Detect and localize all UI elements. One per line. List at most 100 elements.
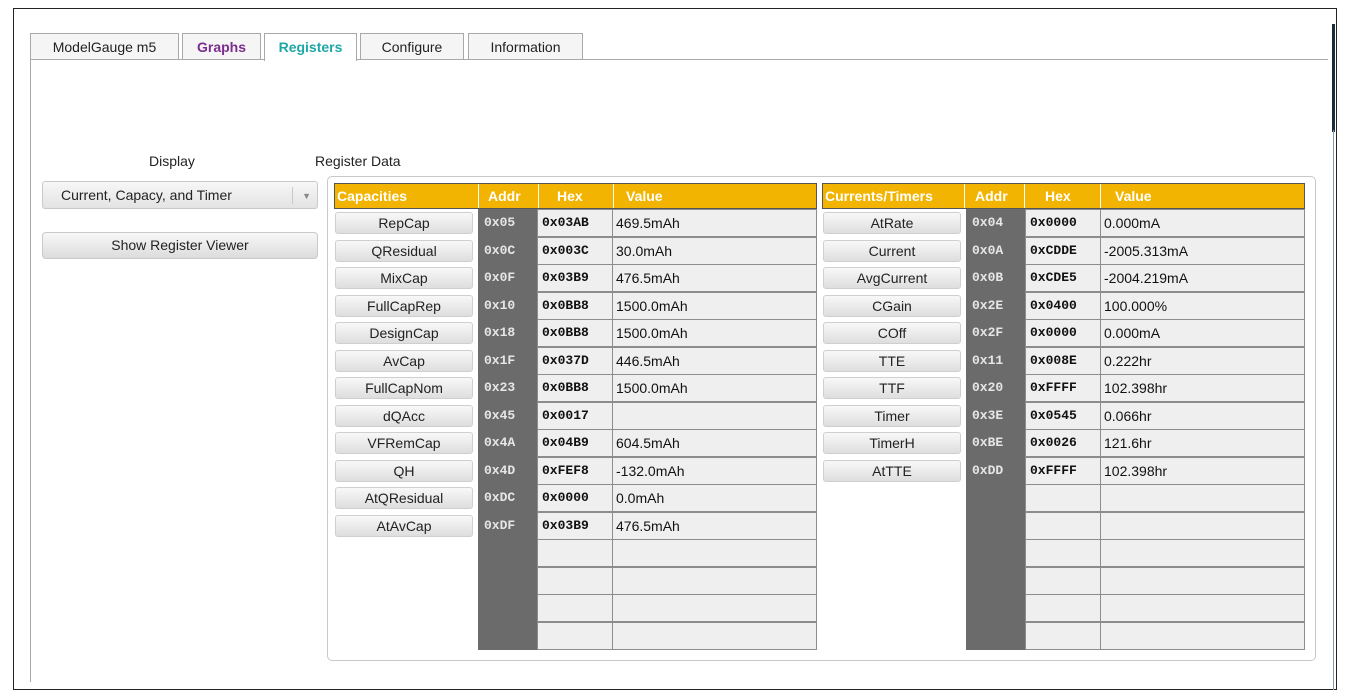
register-value-cell: 1500.0mAh — [612, 292, 817, 320]
register-hex-cell[interactable]: 0xCDDE — [1025, 237, 1101, 265]
register-address: 0x10 — [484, 298, 516, 313]
register-name-button[interactable]: AtTTE — [823, 460, 961, 482]
register-value-cell: 476.5mAh — [612, 512, 817, 540]
register-name-button[interactable]: RepCap — [335, 212, 473, 234]
register-name-button[interactable]: Current — [823, 240, 961, 262]
register-address: 0x20 — [972, 380, 1004, 395]
register-hex-cell[interactable] — [1025, 484, 1101, 512]
register-value-cell: 1500.0mAh — [612, 374, 817, 402]
register-name-button[interactable]: Timer — [823, 405, 961, 427]
tab-label: Registers — [278, 39, 343, 55]
register-hex-cell[interactable]: 0x0026 — [1025, 429, 1101, 457]
register-hex-cell[interactable]: 0xFEF8 — [537, 457, 613, 485]
register-hex-cell[interactable]: 0xFFFF — [1025, 457, 1101, 485]
currents-header: Currents/Timers Addr Hex Value — [822, 183, 1305, 209]
register-name-button[interactable]: AtAvCap — [335, 515, 473, 537]
header-divider — [613, 184, 614, 208]
register-hex-cell[interactable] — [1025, 622, 1101, 650]
register-hex-cell[interactable] — [1025, 594, 1101, 622]
register-value-cell: 0.000mA — [1100, 319, 1305, 347]
register-hex-cell[interactable]: 0xCDE5 — [1025, 264, 1101, 292]
register-name-button[interactable]: COff — [823, 322, 961, 344]
register-name-button[interactable]: DesignCap — [335, 322, 473, 344]
register-address: 0x45 — [484, 408, 516, 423]
register-hex-cell[interactable]: 0x0000 — [1025, 209, 1101, 237]
col-hex: Hex — [1045, 188, 1071, 204]
register-name-button[interactable]: AtRate — [823, 212, 961, 234]
register-hex-cell[interactable]: 0x03B9 — [537, 512, 613, 540]
register-hex-cell[interactable] — [537, 539, 613, 567]
register-hex-cell[interactable] — [1025, 539, 1101, 567]
register-hex-cell[interactable]: 0x008E — [1025, 347, 1101, 375]
register-address: 0x04 — [972, 215, 1004, 230]
register-hex-cell[interactable]: 0x003C — [537, 237, 613, 265]
register-hex-cell[interactable]: 0x0000 — [537, 484, 613, 512]
register-value-cell — [612, 539, 817, 567]
register-address: 0x05 — [484, 215, 516, 230]
col-currents-timers: Currents/Timers — [825, 188, 933, 204]
register-name-button[interactable]: AvCap — [335, 350, 473, 372]
register-value-cell: 121.6hr — [1100, 429, 1305, 457]
register-hex-cell[interactable] — [1025, 567, 1101, 595]
register-hex-cell[interactable] — [537, 622, 613, 650]
register-address: 0xDD — [972, 463, 1004, 478]
register-value-cell: 102.398hr — [1100, 457, 1305, 485]
register-hex-cell[interactable]: 0xFFFF — [1025, 374, 1101, 402]
register-address: 0x23 — [484, 380, 516, 395]
register-hex-cell[interactable]: 0x03AB — [537, 209, 613, 237]
register-hex-cell[interactable]: 0x0BB8 — [537, 292, 613, 320]
capacities-header: Capacities Addr Hex Value — [334, 183, 817, 209]
display-select[interactable]: Current, Capacy, and Timer ▼ — [42, 181, 318, 209]
register-hex-cell[interactable]: 0x03B9 — [537, 264, 613, 292]
register-address: 0x2E — [972, 298, 1004, 313]
register-name-button[interactable]: AtQResidual — [335, 487, 473, 509]
register-value-cell — [612, 594, 817, 622]
scrollbar-thumb[interactable] — [1332, 24, 1335, 132]
register-hex-cell[interactable] — [537, 594, 613, 622]
register-name-button[interactable]: FullCapNom — [335, 377, 473, 399]
register-name-button[interactable]: MixCap — [335, 267, 473, 289]
register-address: 0x18 — [484, 325, 516, 340]
scrollbar-track[interactable] — [1333, 130, 1334, 690]
register-hex-cell[interactable]: 0x0017 — [537, 402, 613, 430]
header-divider — [478, 184, 479, 208]
register-value-cell: 0.222hr — [1100, 347, 1305, 375]
select-divider — [292, 187, 293, 204]
register-value-cell: 1500.0mAh — [612, 319, 817, 347]
register-address: 0x3E — [972, 408, 1004, 423]
register-hex-cell[interactable]: 0x0BB8 — [537, 319, 613, 347]
register-name-button[interactable]: CGain — [823, 295, 961, 317]
register-value-cell — [1100, 594, 1305, 622]
register-hex-cell[interactable] — [1025, 512, 1101, 540]
register-name-button[interactable]: FullCapRep — [335, 295, 473, 317]
tab-modelgauge[interactable]: ModelGauge m5 — [30, 33, 179, 59]
register-value-cell: 446.5mAh — [612, 347, 817, 375]
register-address: 0x4D — [484, 463, 516, 478]
register-hex-cell[interactable]: 0x0545 — [1025, 402, 1101, 430]
chevron-down-icon: ▼ — [302, 191, 311, 201]
show-register-viewer-button[interactable]: Show Register Viewer — [42, 232, 318, 259]
col-hex: Hex — [557, 188, 583, 204]
register-name-button[interactable]: VFRemCap — [335, 432, 473, 454]
tab-graphs[interactable]: Graphs — [182, 33, 261, 59]
register-hex-cell[interactable]: 0x04B9 — [537, 429, 613, 457]
register-value-cell: 0.000mA — [1100, 209, 1305, 237]
register-name-button[interactable]: TTF — [823, 377, 961, 399]
register-name-button[interactable]: QH — [335, 460, 473, 482]
tab-registers[interactable]: Registers — [264, 33, 357, 61]
register-value-cell: 476.5mAh — [612, 264, 817, 292]
col-capacities: Capacities — [337, 188, 408, 204]
tab-information[interactable]: Information — [468, 33, 583, 59]
register-value-cell: -2004.219mA — [1100, 264, 1305, 292]
register-name-button[interactable]: TTE — [823, 350, 961, 372]
register-name-button[interactable]: TimerH — [823, 432, 961, 454]
register-hex-cell[interactable]: 0x0BB8 — [537, 374, 613, 402]
register-hex-cell[interactable]: 0x0000 — [1025, 319, 1101, 347]
tab-configure[interactable]: Configure — [360, 33, 464, 59]
register-name-button[interactable]: QResidual — [335, 240, 473, 262]
register-hex-cell[interactable]: 0x037D — [537, 347, 613, 375]
register-name-button[interactable]: AvgCurrent — [823, 267, 961, 289]
register-hex-cell[interactable]: 0x0400 — [1025, 292, 1101, 320]
register-hex-cell[interactable] — [537, 567, 613, 595]
register-name-button[interactable]: dQAcc — [335, 405, 473, 427]
